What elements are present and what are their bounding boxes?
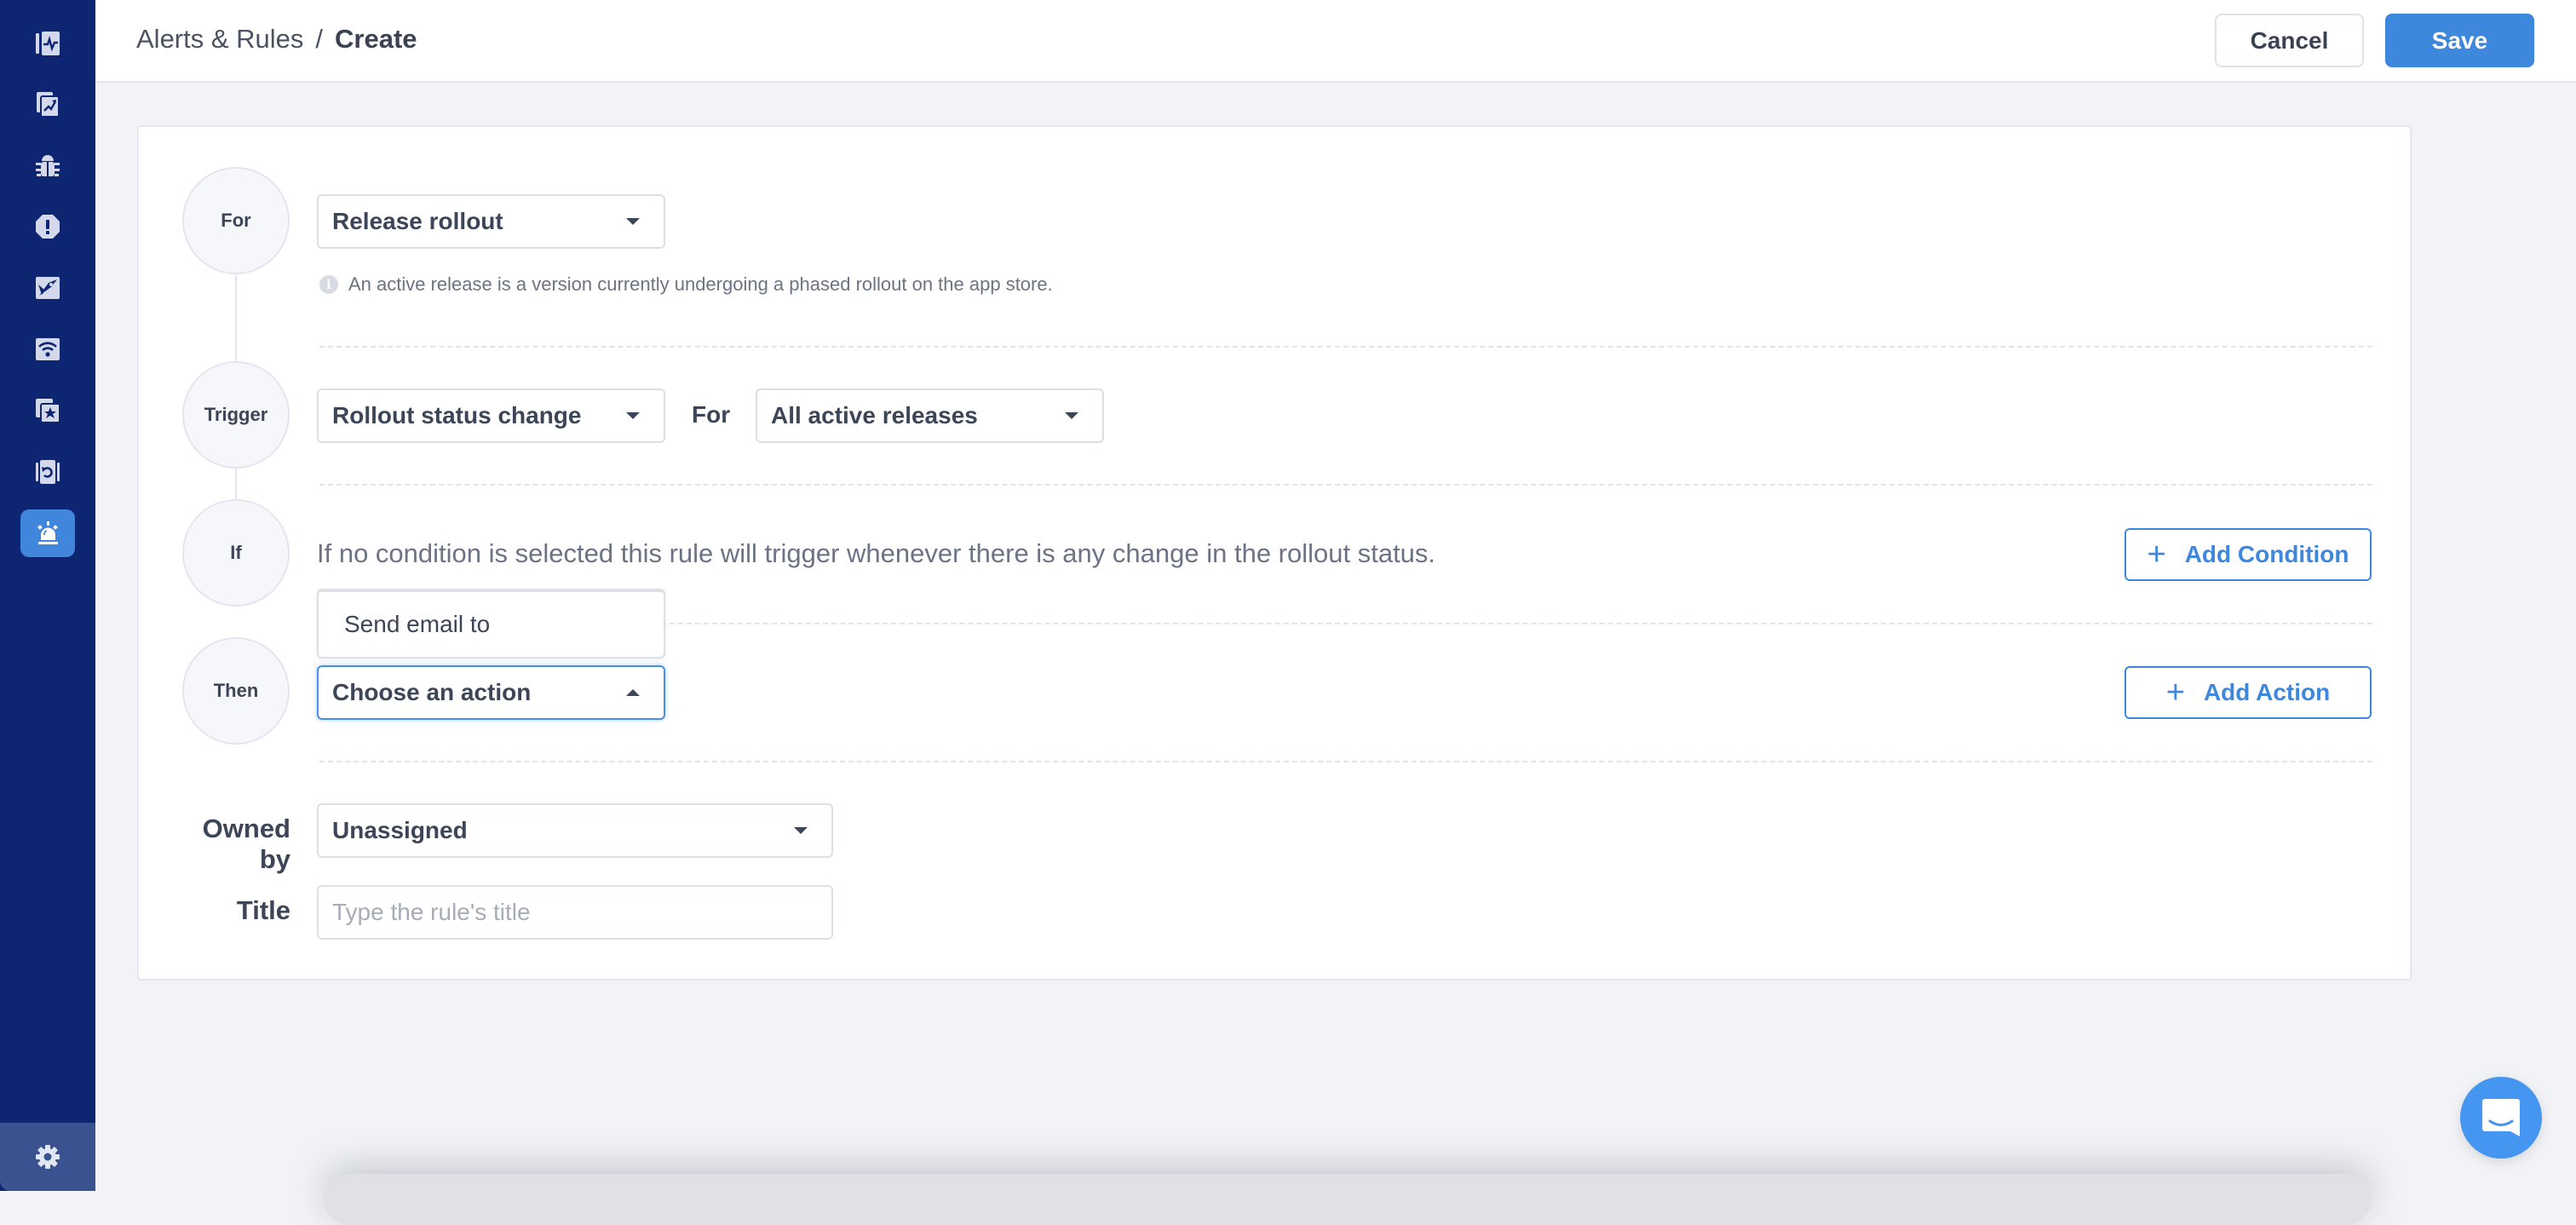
plus-icon: +: [2166, 676, 2185, 709]
trigger-select[interactable]: Rollout status change: [317, 388, 665, 443]
sidebar: [0, 0, 95, 1191]
trends-icon: [33, 89, 62, 118]
owned-by-select[interactable]: Unassigned: [317, 803, 833, 858]
plus-icon: +: [2147, 538, 2165, 571]
add-action-button[interactable]: + Add Action: [2125, 666, 2372, 719]
for-select[interactable]: Release rollout: [317, 194, 665, 249]
step-node-if: If: [182, 499, 290, 607]
gear-icon: [34, 1143, 61, 1170]
chevron-up-icon: [626, 689, 640, 696]
nav-alerts[interactable]: [20, 509, 75, 557]
release-icon: [33, 457, 62, 486]
crash-alert-icon: [33, 212, 62, 241]
nav-bugs[interactable]: [20, 141, 75, 189]
owned-by-value: Unassigned: [332, 817, 468, 844]
chevron-down-icon: [626, 218, 640, 225]
breadcrumb-separator: /: [315, 24, 323, 55]
alarm-icon: [33, 519, 62, 548]
network-icon: [33, 335, 62, 364]
breadcrumb-parent[interactable]: Alerts & Rules: [136, 24, 303, 55]
nav-launch[interactable]: [20, 264, 75, 312]
trigger-scope-select[interactable]: All active releases: [756, 388, 1104, 443]
nav-trends[interactable]: [20, 80, 75, 128]
launch-icon: [33, 273, 62, 302]
for-info-text: An active release is a version currently…: [348, 273, 1053, 296]
step-node-for: For: [182, 167, 290, 274]
chevron-down-icon: [794, 827, 808, 834]
reviews-icon: [33, 396, 62, 425]
nav-reviews[interactable]: [20, 387, 75, 434]
trigger-select-value: Rollout status change: [332, 402, 581, 429]
chevron-down-icon: [1065, 412, 1078, 419]
action-select[interactable]: Choose an action: [317, 665, 665, 720]
bug-icon: [33, 151, 62, 180]
section-divider: [319, 346, 2372, 348]
breadcrumb: Alerts & Rules / Create: [136, 24, 417, 55]
section-divider: [319, 484, 2372, 486]
rule-form-card: For Release rollout i An active release …: [137, 125, 2412, 981]
add-condition-label: Add Condition: [2185, 541, 2349, 568]
add-condition-button[interactable]: + Add Condition: [2125, 528, 2372, 581]
owned-by-label: Owned by: [164, 814, 290, 875]
add-action-label: Add Action: [2204, 679, 2330, 706]
chat-icon: [2481, 1097, 2521, 1138]
action-select-value: Choose an action: [332, 679, 531, 706]
action-option-send-email[interactable]: Send email to: [344, 611, 490, 638]
title-input[interactable]: [317, 885, 833, 940]
for-info: i An active release is a version current…: [319, 273, 1053, 296]
chevron-down-icon: [626, 412, 640, 419]
breadcrumb-current: Create: [335, 24, 417, 55]
nav-crashes[interactable]: [20, 203, 75, 250]
if-hint-text: If no condition is selected this rule wi…: [317, 538, 1435, 569]
cancel-button[interactable]: Cancel: [2215, 14, 2364, 67]
action-dropdown-menu: Send email to: [317, 589, 665, 659]
step-node-then: Then: [182, 637, 290, 745]
trigger-scope-value: All active releases: [771, 402, 978, 429]
for-select-value: Release rollout: [332, 208, 503, 235]
settings-button[interactable]: [0, 1123, 95, 1191]
step-node-trigger: Trigger: [182, 361, 290, 469]
app-health-icon: [33, 29, 62, 58]
chat-support-button[interactable]: [2460, 1077, 2542, 1159]
trigger-for-label: For: [692, 401, 730, 428]
nav-releases[interactable]: [20, 448, 75, 496]
section-divider: [319, 761, 2372, 762]
top-header: Alerts & Rules / Create Cancel Save: [95, 0, 2576, 83]
title-label: Title: [164, 895, 290, 926]
info-icon: i: [319, 275, 338, 294]
nav-network[interactable]: [20, 325, 75, 373]
save-button[interactable]: Save: [2385, 14, 2534, 67]
bottom-panel-shadow: [324, 1174, 2372, 1225]
nav-app-health[interactable]: [20, 20, 75, 67]
